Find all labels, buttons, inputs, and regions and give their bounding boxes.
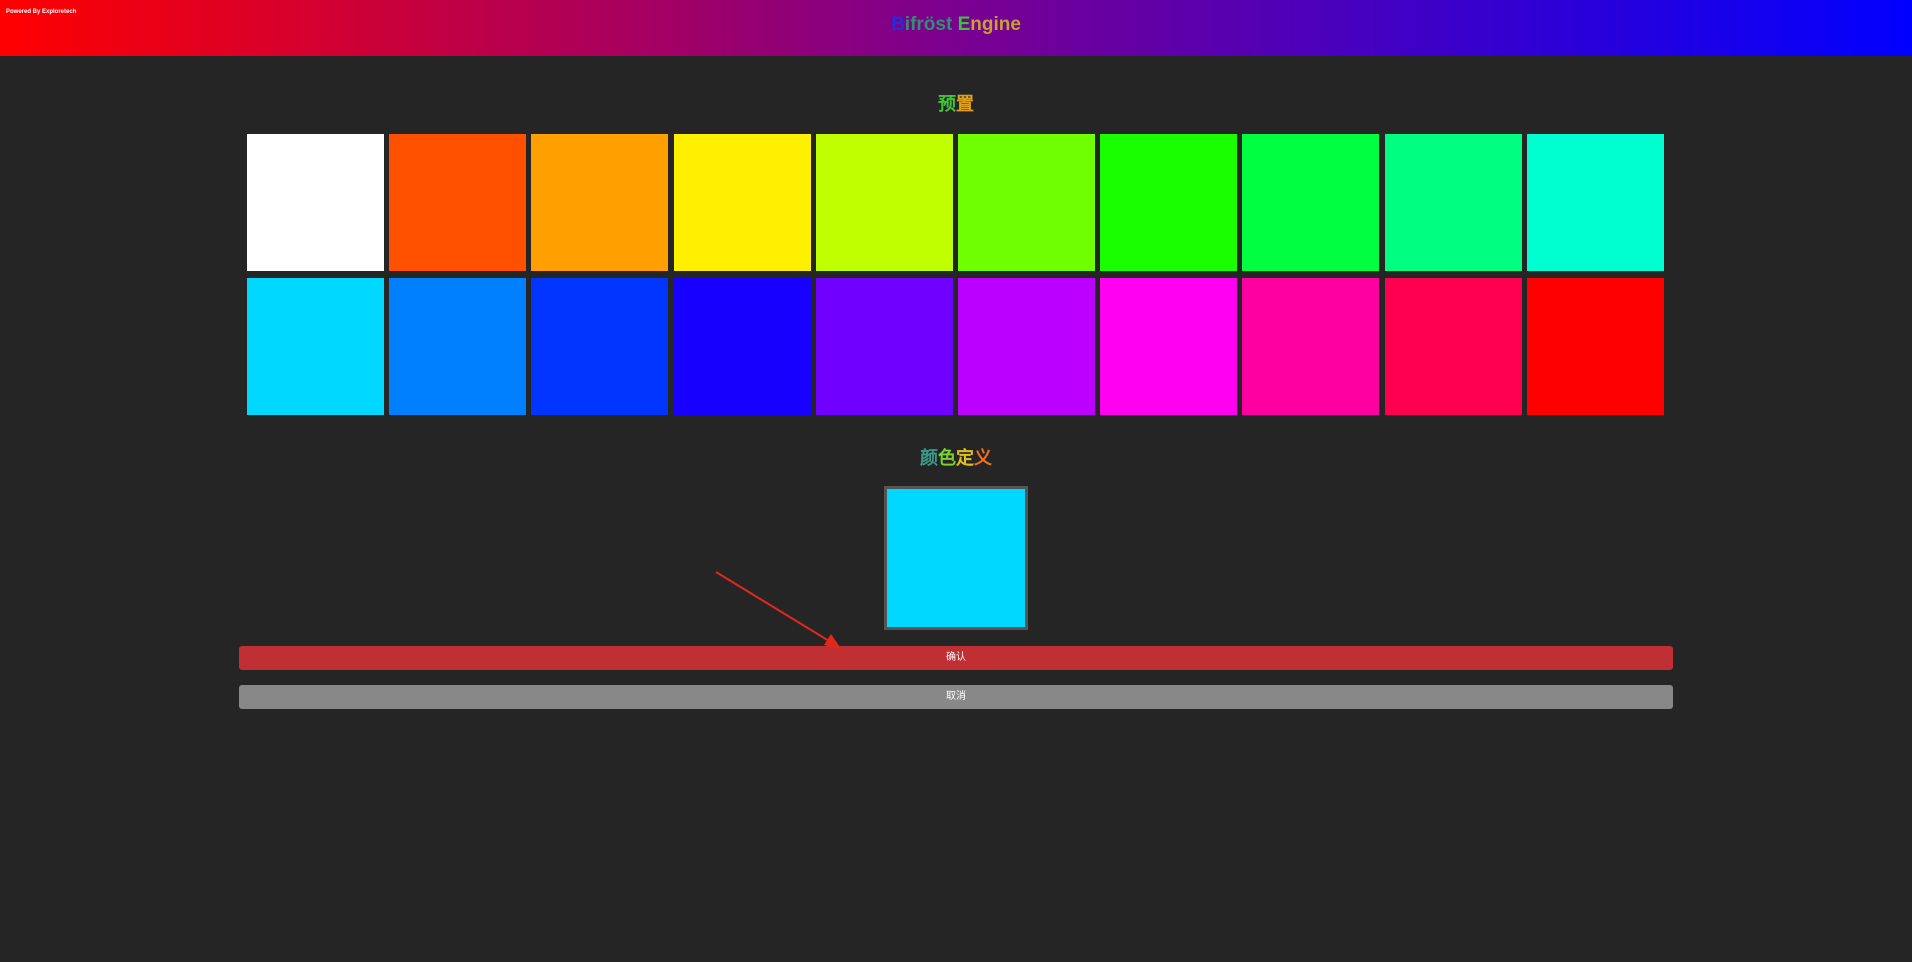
preset-color-swatch[interactable]	[957, 134, 1095, 271]
preset-color-swatch[interactable]	[1100, 134, 1238, 271]
preset-color-swatch[interactable]	[389, 134, 527, 271]
title-part: E	[957, 14, 971, 35]
preset-swatch-grid	[247, 134, 1666, 415]
custom-color-picker-swatch[interactable]	[884, 486, 1028, 630]
title-part: ngine	[970, 14, 1021, 35]
confirm-button[interactable]: 确认	[239, 646, 1673, 670]
preset-color-swatch[interactable]	[815, 278, 953, 415]
preset-color-swatch[interactable]	[1526, 134, 1664, 271]
preset-color-swatch[interactable]	[389, 278, 527, 415]
preset-color-swatch[interactable]	[247, 134, 384, 271]
app-title: Bifröst Engine	[0, 14, 1912, 36]
preset-color-swatch[interactable]	[957, 278, 1095, 415]
title-part: 色	[938, 448, 956, 468]
preset-color-swatch[interactable]	[673, 134, 811, 271]
preset-color-swatch[interactable]	[1242, 278, 1380, 415]
preset-section-title: 预置	[0, 90, 1912, 116]
title-part: 预	[938, 94, 956, 114]
preset-color-swatch[interactable]	[531, 278, 669, 415]
title-part: B	[891, 14, 905, 35]
title-part: 定	[956, 448, 974, 468]
title-part: 义	[974, 448, 992, 468]
cancel-button[interactable]: 取消	[239, 685, 1673, 709]
preset-color-swatch[interactable]	[247, 278, 384, 415]
preset-color-swatch[interactable]	[1242, 134, 1380, 271]
preset-color-swatch[interactable]	[1100, 278, 1238, 415]
preset-color-swatch[interactable]	[1384, 134, 1522, 271]
custom-color-section-title: 颜色定义	[0, 444, 1912, 470]
preset-color-swatch[interactable]	[531, 134, 669, 271]
preset-color-swatch[interactable]	[815, 134, 953, 271]
app-header: Powered By Exploretech Bifröst Engine	[0, 0, 1912, 56]
annotation-arrow-line	[715, 571, 835, 645]
title-part: 颜	[920, 448, 938, 468]
preset-color-swatch[interactable]	[1384, 278, 1522, 415]
title-part: 置	[956, 94, 974, 114]
title-part: ifröst	[904, 14, 958, 35]
preset-color-swatch[interactable]	[1526, 278, 1664, 415]
preset-color-swatch[interactable]	[673, 278, 811, 415]
